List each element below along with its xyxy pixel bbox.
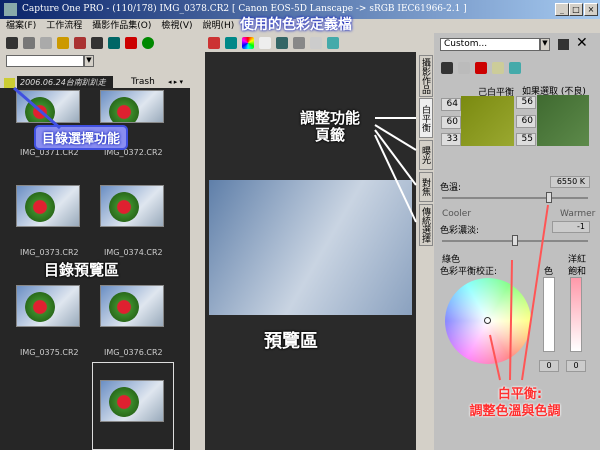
thumbnail[interactable] [16, 185, 80, 227]
preset-dropdown[interactable]: Custom... [440, 38, 540, 51]
tint-label: 色彩濃淡: [440, 226, 480, 236]
color-wheel-marker[interactable] [484, 317, 491, 324]
menu-file[interactable]: 檔案(F) [6, 19, 36, 33]
close-icon[interactable]: ✕ [576, 35, 588, 51]
chevron-down-icon[interactable]: ▼ [84, 55, 94, 67]
camera-icon[interactable] [441, 62, 453, 74]
bad-swatch [537, 95, 589, 146]
thumbnail[interactable] [16, 90, 80, 123]
app-icon [4, 3, 17, 16]
wb-red: 64 [441, 98, 461, 111]
annotation-preview: 預覽區 [264, 331, 318, 352]
annotation-wb-2: 調整色溫與色調 [469, 404, 561, 419]
wb-toolbar [441, 62, 526, 74]
wb-swatch [461, 96, 514, 146]
chevron-down-icon[interactable]: ▼ [540, 38, 550, 51]
menu-workflow[interactable]: 工作流程 [46, 19, 82, 33]
menu-help[interactable]: 說明(H) [203, 19, 235, 33]
wand-icon[interactable] [492, 62, 504, 74]
hue-value[interactable]: 0 [539, 360, 559, 372]
thumbnail[interactable] [100, 90, 164, 123]
temp-slider-thumb[interactable] [545, 192, 552, 203]
tint-value[interactable]: -1 [552, 221, 590, 233]
thumbnail-caption: IMG_0373.CR2 [20, 248, 79, 257]
temp-value[interactable]: 6550 K [550, 176, 590, 188]
folder-dropdown[interactable] [6, 55, 84, 67]
delete-folder-icon[interactable] [74, 37, 86, 49]
wb-green: 60 [441, 116, 461, 129]
preview-toolbar [208, 37, 344, 49]
annotation-folder-preview: 目錄預覽區 [44, 261, 120, 279]
thumbnail[interactable] [100, 185, 164, 227]
folder-open-icon[interactable] [57, 37, 69, 49]
compare-icon[interactable] [276, 37, 288, 49]
save-icon[interactable] [558, 39, 569, 50]
thumbnail-caption: IMG_0375.CR2 [20, 348, 79, 357]
thumbnail[interactable] [100, 285, 164, 327]
thumbnail[interactable] [100, 380, 164, 422]
annotation-folder-select-box: 目錄選擇功能 [34, 125, 129, 150]
preview-image [209, 180, 412, 315]
scrollbar[interactable] [191, 90, 200, 450]
info-icon[interactable] [142, 37, 154, 49]
annotation-profile: 使用的色彩定義檔 [240, 17, 352, 33]
annotation-folder-select: 目錄選擇功能 [42, 132, 121, 147]
minimize-button[interactable]: _ [555, 3, 569, 16]
saturation-label: 飽和 [568, 267, 587, 277]
temp-label: 色溫: [440, 183, 462, 193]
tint-slider-thumb[interactable] [512, 235, 518, 246]
fit-icon[interactable] [327, 37, 339, 49]
color-picker-icon[interactable] [242, 37, 254, 49]
rotate-icon[interactable] [310, 37, 322, 49]
copy-settings-icon[interactable] [509, 62, 521, 74]
tab-focus[interactable]: 對焦 [419, 172, 433, 202]
disk-icon[interactable] [91, 37, 103, 49]
hue-label: 色 [544, 267, 554, 277]
annotation-tabs: 調整功能 頁籤 [300, 109, 361, 144]
saturation-value[interactable]: 0 [566, 360, 586, 372]
window-title: Capture One PRO - (110/178) IMG_0378.CR2… [22, 4, 467, 14]
menu-view[interactable]: 檢視(V) [161, 19, 192, 33]
camera-icon[interactable] [6, 37, 18, 49]
cooler-label: Cooler [442, 209, 472, 219]
tab-white-balance[interactable]: 白平衡 [419, 98, 433, 138]
crop-icon[interactable] [225, 37, 237, 49]
wb-picker-icon[interactable] [259, 37, 271, 49]
check-icon[interactable] [125, 37, 137, 49]
tab-exposure[interactable]: 曝光 [419, 140, 433, 170]
bad-green: 60 [516, 115, 536, 128]
saturation-slider[interactable] [570, 277, 582, 352]
thumbnail-caption: IMG_0376.CR2 [104, 348, 163, 357]
tab-collections[interactable]: 攝影作品 [419, 55, 433, 97]
wb-blue: 33 [441, 133, 461, 146]
tab-advanced[interactable]: 傳統選擇 [419, 204, 433, 246]
bad-blue: 55 [516, 133, 536, 146]
tag-icon[interactable] [108, 37, 120, 49]
thumbnail-caption: IMG_0374.CR2 [104, 248, 163, 257]
close-button[interactable]: × [584, 3, 598, 16]
maximize-button[interactable]: □ [569, 3, 583, 16]
triangle-icon[interactable] [293, 37, 305, 49]
menu-collections[interactable]: 攝影作品集(O) [92, 19, 151, 33]
reset-icon[interactable] [475, 62, 487, 74]
copy-icon[interactable] [40, 37, 52, 49]
folder-select-icon[interactable] [4, 78, 15, 88]
trash-icon[interactable] [23, 37, 35, 49]
left-toolbar [6, 37, 159, 49]
warmer-label: Warmer [560, 209, 596, 219]
color-balance-label: 色彩平衡校正: [440, 267, 498, 277]
bad-red: 56 [516, 96, 536, 109]
exposure-warning-icon[interactable] [208, 37, 220, 49]
undo-icon[interactable] [458, 62, 470, 74]
temp-slider[interactable] [442, 197, 588, 199]
tab-scroll-buttons[interactable]: ◂ ▸ ▾ [168, 78, 183, 86]
hue-slider[interactable] [543, 277, 555, 352]
thumbnail[interactable] [16, 285, 80, 327]
